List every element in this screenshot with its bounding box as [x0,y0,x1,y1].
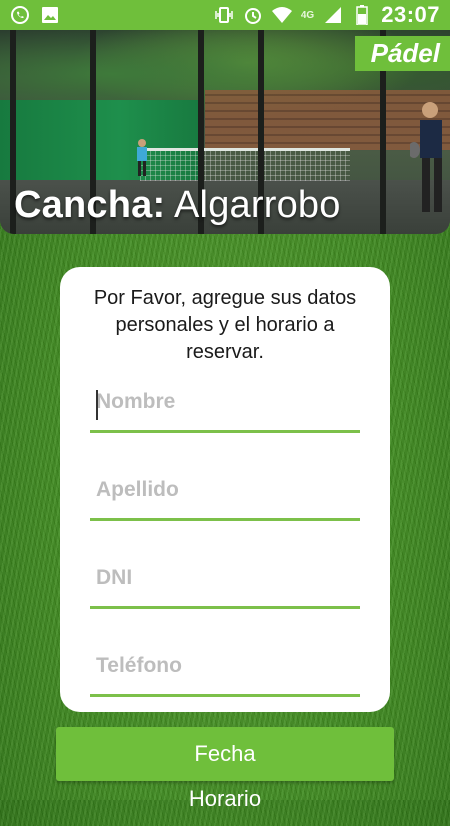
court-header-image: Pádel Cancha: Algarrobo [0,30,450,234]
last-name-field [90,470,360,558]
court-title: Cancha: Algarrobo [14,184,341,227]
alarm-icon [243,5,263,25]
first-name-field [90,382,360,470]
player-figure [410,102,442,212]
whatsapp-icon [10,5,30,25]
network-type-label: 4G [300,9,315,21]
clock-time: 23:07 [381,2,440,27]
wifi-icon [271,5,292,25]
vibrate-icon [214,5,234,25]
status-bar: 4G 23:07 [0,0,450,30]
image-icon [40,5,60,25]
phone-input[interactable] [90,646,360,697]
sport-label: Pádel [354,36,450,71]
phone-field [90,646,360,734]
form-intro-text: Por Favor, agregue sus datos personales … [93,287,357,363]
signal-icon [323,5,343,25]
court-title-name: Algarrobo [174,184,341,226]
date-button[interactable]: Fecha [56,727,394,781]
battery-icon [352,5,372,25]
court-net [140,148,350,181]
player-figure [137,139,147,176]
court-title-prefix: Cancha: [14,184,166,226]
text-cursor [96,390,98,420]
dni-field [90,558,360,646]
last-name-input[interactable] [90,470,360,521]
time-button[interactable]: Horario [56,786,394,826]
dni-input[interactable] [90,558,360,609]
reservation-form-card: Por Favor, agregue sus datos personales … [60,267,390,712]
first-name-input[interactable] [90,382,360,433]
